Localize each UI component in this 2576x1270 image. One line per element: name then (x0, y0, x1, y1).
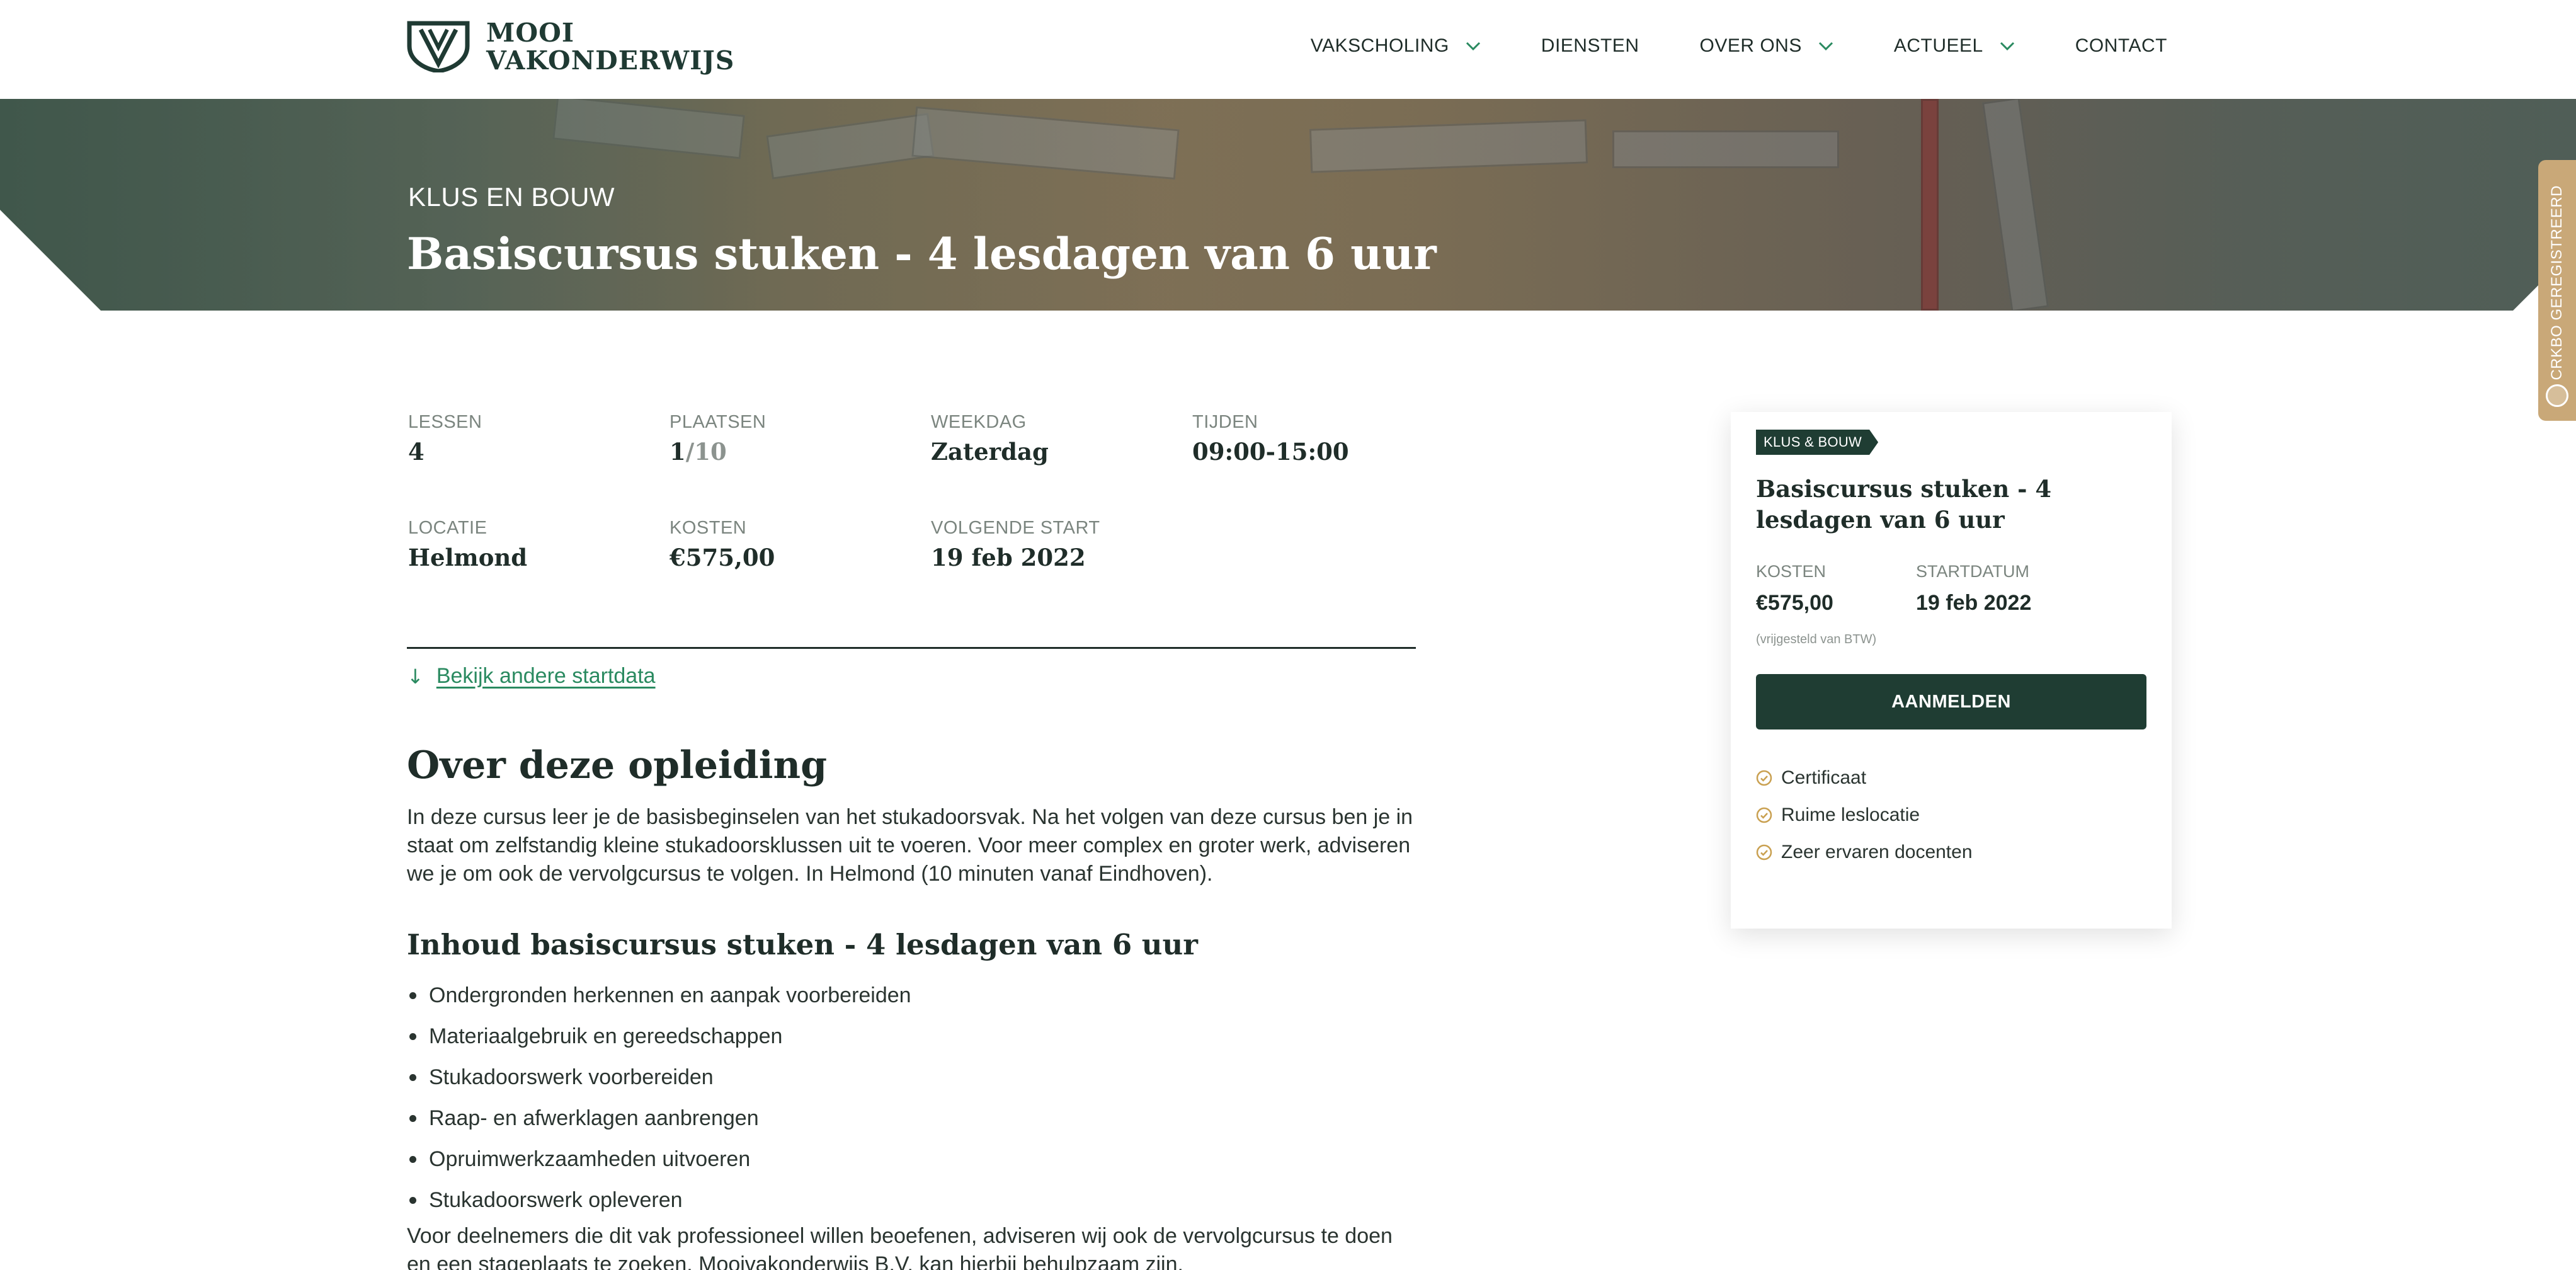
usp-label: Zeer ervaren docenten (1781, 842, 1973, 862)
bullet-icon (409, 1033, 416, 1040)
course-summary-card: KLUS & BOUW Basiscursus stuken - 4 lesda… (1731, 412, 2172, 929)
bullet-icon (409, 1197, 416, 1204)
list-item: Materiaalgebruik en gereedschappen (407, 1016, 911, 1057)
bullet-icon (409, 1115, 416, 1122)
logo-line-1: MOOI (486, 18, 574, 48)
list-item-text: Opruimwerkzaamheden uitvoeren (429, 1147, 751, 1171)
nav-item-actueel[interactable]: ACTUEEL (1894, 35, 2015, 57)
check-circle-icon (1756, 770, 1772, 786)
list-item: Ondergronden herkennen en aanpak voorber… (407, 975, 911, 1016)
closing-text: Voor deelnemers die dit vak professionee… (407, 1224, 1393, 1270)
chevron-down-icon (1466, 42, 1480, 50)
fact-value: Helmond (408, 544, 528, 571)
crkbo-badge-icon (2546, 384, 2568, 407)
fact-times: TIJDEN 09:00-15:00 (1192, 412, 1349, 466)
chevron-down-icon (1818, 42, 1833, 50)
contents-heading: Inhoud basiscursus stuken - 4 lesdagen v… (407, 928, 1198, 961)
register-button[interactable]: AANMELDEN (1756, 674, 2146, 729)
usp-label: Certificaat (1781, 767, 1867, 788)
list-item: Stukadoorswerk opleveren (407, 1180, 911, 1221)
fact-label: TIJDEN (1192, 412, 1258, 432)
list-item: Raap- en afwerklagen aanbrengen (407, 1098, 911, 1139)
arrow-down-icon: ↓ (407, 664, 424, 689)
fact-value: 19 feb 2022 (931, 544, 1086, 571)
card-cost-value: €575,00 (1756, 591, 1833, 615)
shield-logo-icon (407, 21, 470, 72)
list-item-text: Stukadoorswerk voorbereiden (429, 1065, 714, 1089)
contents-list: Ondergronden herkennen en aanpak voorber… (407, 975, 911, 1221)
hero-banner: KLUS EN BOUW Basiscursus stuken - 4 lesd… (0, 99, 2576, 311)
fact-value: 4 (408, 438, 425, 466)
facts-divider (407, 647, 1416, 649)
check-circle-icon (1756, 844, 1772, 861)
check-circle-icon (1756, 807, 1772, 823)
other-dates-label: Bekijk andere startdata (436, 664, 656, 688)
places-total: /10 (685, 438, 727, 466)
bullet-icon (409, 992, 416, 999)
fact-value: Zaterdag (931, 438, 1049, 466)
logo-line-2: VAKONDERWIJS (486, 45, 735, 76)
usp-label: Ruime leslocatie (1781, 804, 1920, 825)
fact-places: PLAATSEN 1/10 (670, 412, 766, 466)
fact-costs: KOSTEN €575,00 (670, 518, 775, 571)
nav-item-over-ons[interactable]: OVER ONS (1699, 35, 1833, 57)
list-item-text: Materiaalgebruik en gereedschappen (429, 1024, 783, 1048)
fact-value: €575,00 (670, 544, 775, 571)
fact-next-start: VOLGENDE START 19 feb 2022 (931, 518, 1100, 571)
about-heading: Over deze opleiding (407, 743, 828, 787)
usp-item: Ruime leslocatie (1756, 804, 1920, 826)
hero-corner-left (0, 210, 101, 311)
list-item: Opruimwerkzaamheden uitvoeren (407, 1139, 911, 1180)
chevron-down-icon (2000, 42, 2014, 50)
usp-item: Zeer ervaren docenten (1756, 842, 1973, 863)
fact-location: LOCATIE Helmond (408, 518, 527, 571)
fact-weekday: WEEKDAG Zaterdag (931, 412, 1049, 466)
other-dates-link[interactable]: ↓ Bekijk andere startdata (407, 664, 656, 689)
fact-value: 09:00-15:00 (1192, 438, 1349, 466)
bullet-icon (409, 1074, 416, 1081)
page-title: Basiscursus stuken - 4 lesdagen van 6 uu… (407, 229, 1437, 280)
list-item-text: Ondergronden herkennen en aanpak voorber… (429, 983, 911, 1007)
nav-item-diensten[interactable]: DIENSTEN (1541, 35, 1639, 57)
fact-label: KOSTEN (670, 518, 747, 538)
fact-value: 1/10 (670, 438, 766, 466)
nav-item-contact[interactable]: CONTACT (2075, 35, 2167, 57)
list-item-text: Stukadoorswerk opleveren (429, 1188, 683, 1212)
bullet-icon (409, 1156, 416, 1163)
card-cost-label: KOSTEN (1756, 562, 1827, 581)
list-item: Stukadoorswerk voorbereiden (407, 1057, 911, 1098)
hero-category: KLUS EN BOUW (408, 182, 615, 212)
vat-note: (vrijgesteld van BTW) (1756, 632, 1877, 646)
fact-label: LESSEN (408, 412, 482, 432)
nav-label: ACTUEEL (1893, 35, 1983, 56)
nav-label: OVER ONS (1699, 35, 1802, 56)
main-nav: VAKSCHOLING DIENSTEN OVER ONS ACTUEEL CO… (1250, 35, 2167, 57)
site-logo[interactable]: MOOI VAKONDERWIJS (407, 19, 734, 74)
fact-label: PLAATSEN (670, 412, 767, 432)
fact-label: VOLGENDE START (931, 518, 1100, 538)
about-text: In deze cursus leer je de basisbeginsele… (407, 805, 1413, 886)
site-header: MOOI VAKONDERWIJS VAKSCHOLING DIENSTEN O… (0, 0, 2576, 99)
card-title: Basiscursus stuken - 4 lesdagen van 6 uu… (1756, 475, 2052, 534)
crkbo-side-tab[interactable]: CRKBO GEREGISTREERD (2538, 160, 2576, 421)
list-item-text: Raap- en afwerklagen aanbrengen (429, 1106, 759, 1130)
card-start-label: STARTDATUM (1916, 562, 2029, 581)
card-start-value: 19 feb 2022 (1916, 591, 2032, 615)
crkbo-label: CRKBO GEREGISTREERD (2548, 185, 2565, 380)
logo-wordmark: MOOI VAKONDERWIJS (486, 19, 734, 74)
nav-label: VAKSCHOLING (1310, 35, 1449, 56)
nav-item-vakscholing[interactable]: VAKSCHOLING (1311, 35, 1481, 57)
fact-lessons: LESSEN 4 (408, 412, 482, 466)
nav-label: DIENSTEN (1541, 35, 1639, 56)
nav-label: CONTACT (2075, 35, 2167, 56)
places-taken: 1 (670, 438, 686, 466)
usp-item: Certificaat (1756, 767, 1866, 789)
fact-label: WEEKDAG (931, 412, 1027, 432)
category-tag: KLUS & BOUW (1756, 430, 1878, 455)
fact-label: LOCATIE (408, 518, 487, 538)
